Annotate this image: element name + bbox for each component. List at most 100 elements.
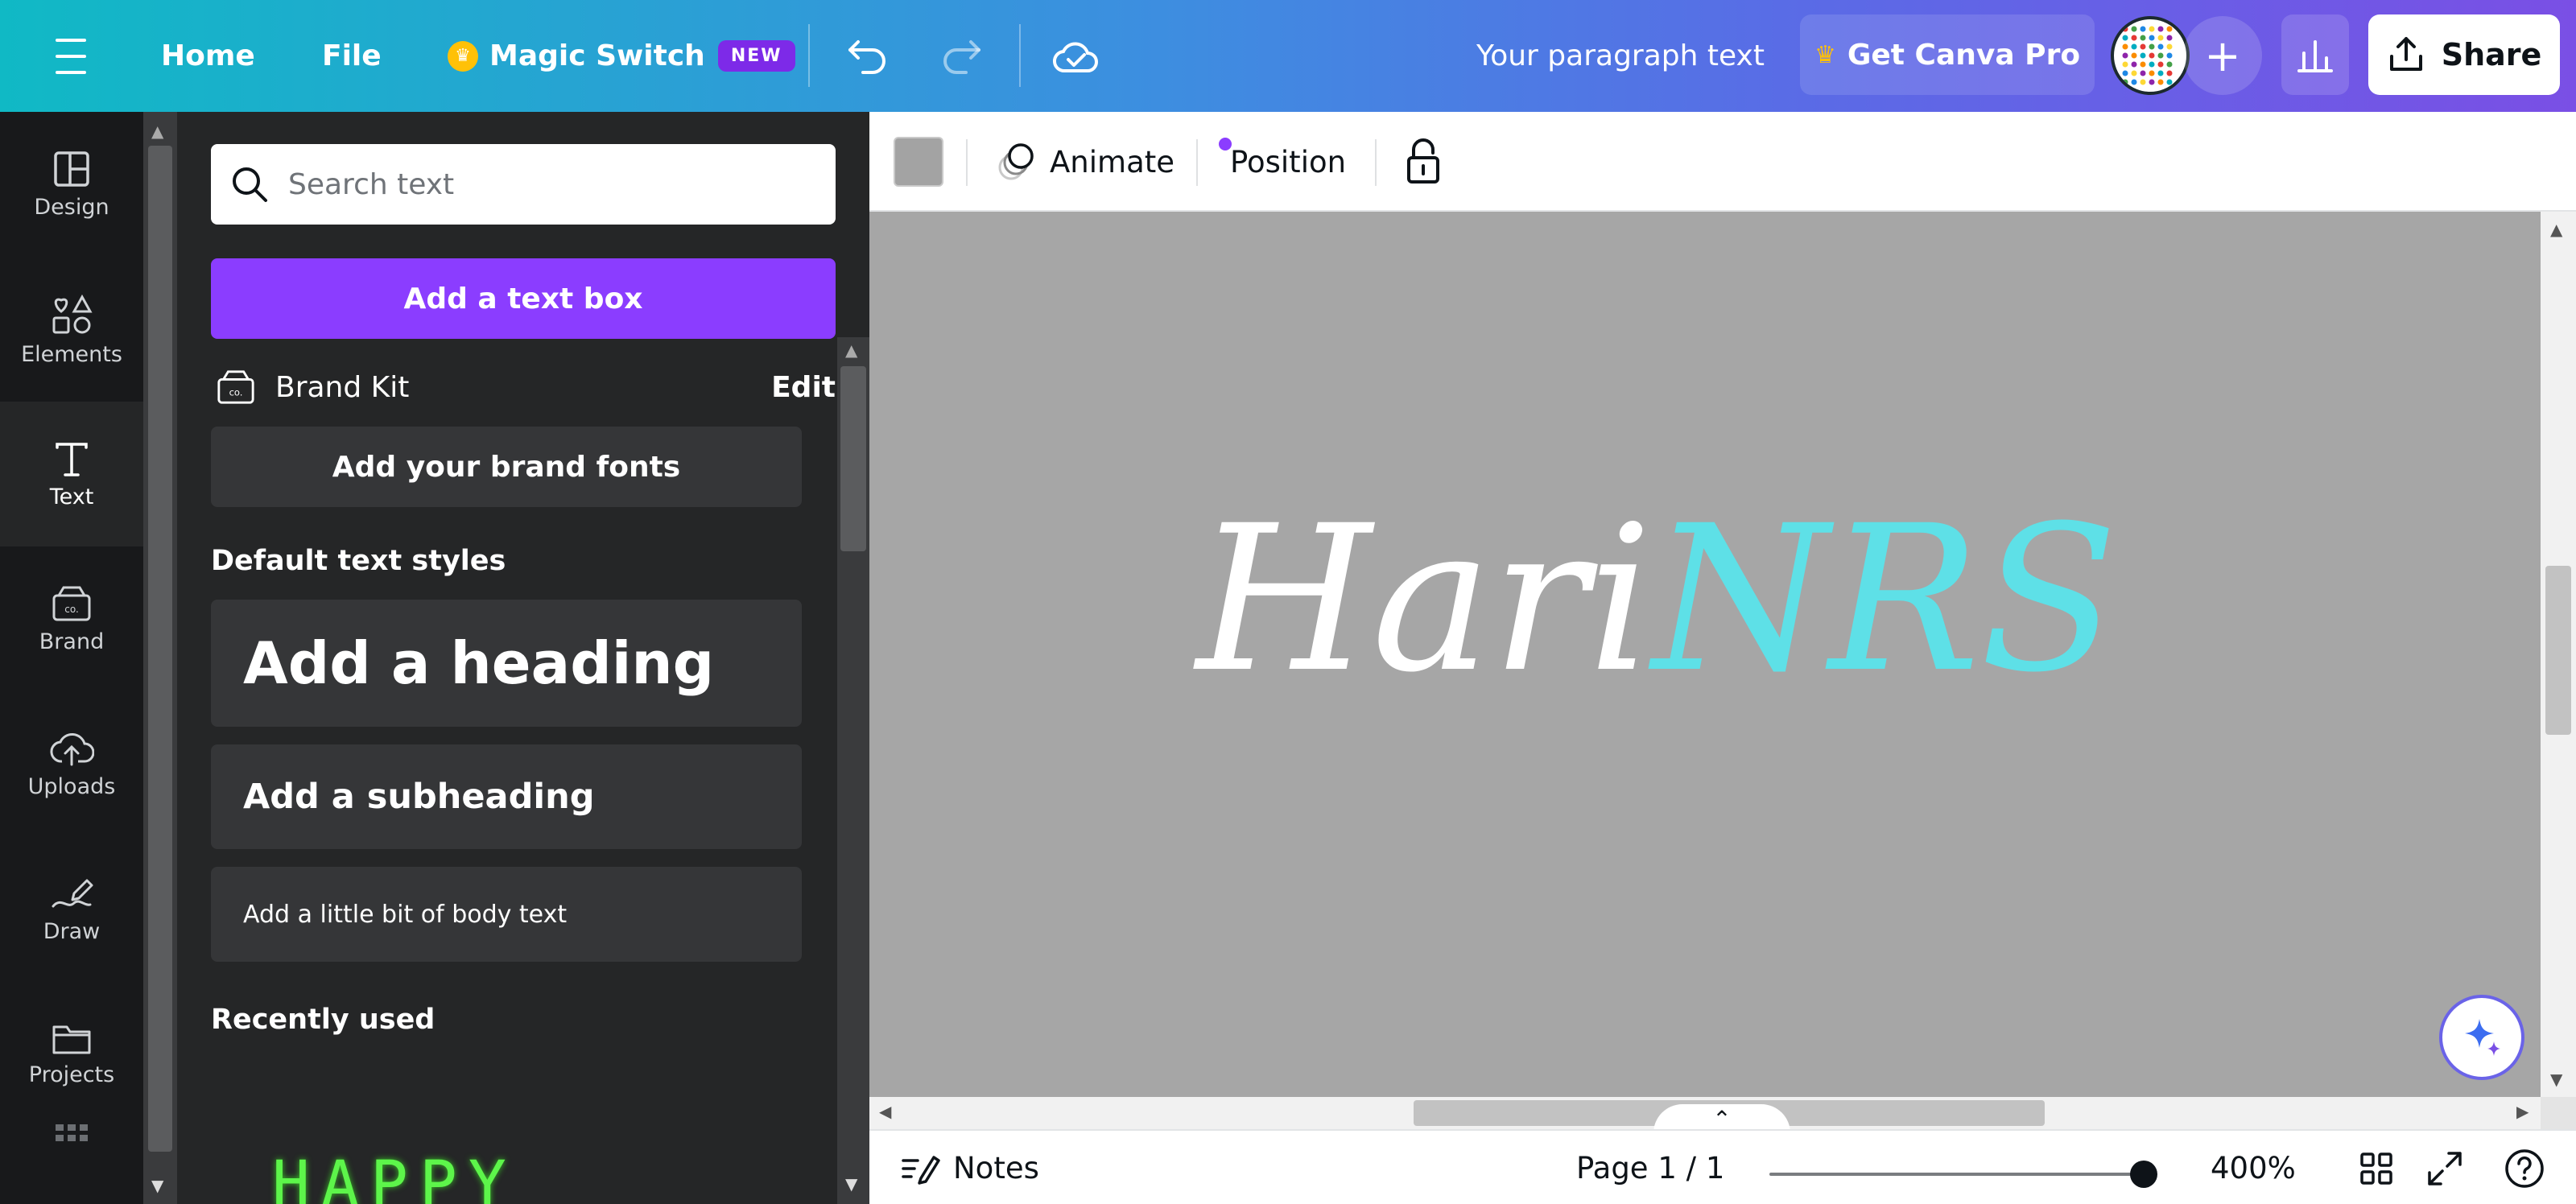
page-indicator[interactable]: Page 1 / 1: [1576, 1131, 1724, 1204]
magic-switch-button[interactable]: ♛ Magic Switch NEW: [448, 0, 795, 112]
divider: [808, 24, 810, 87]
menu-button[interactable]: [47, 0, 95, 112]
zoom-slider[interactable]: [1769, 1173, 2151, 1176]
rail-item-text[interactable]: Text: [0, 402, 143, 546]
divider: [1019, 24, 1021, 87]
animate-button[interactable]: Animate: [995, 112, 1232, 212]
rail-item-label: Design: [34, 194, 109, 220]
add-subheading-button[interactable]: Add a subheading: [211, 744, 802, 849]
divider: [966, 139, 968, 186]
zoom-level[interactable]: 400%: [2211, 1131, 2296, 1204]
canvas-vertical-scrollbar[interactable]: ▲ ▼: [2541, 212, 2576, 1097]
get-canva-pro-button[interactable]: ♛ Get Canva Pro: [1800, 14, 2095, 95]
rail-scrollbar[interactable]: ▲ ▼: [143, 112, 177, 1204]
scroll-up-arrow-icon[interactable]: ▲: [2550, 220, 2562, 239]
top-bar: Home File ♛ Magic Switch NEW Your paragr…: [0, 0, 2576, 112]
scroll-down-arrow-icon[interactable]: ▼: [845, 1174, 857, 1194]
add-text-box-button[interactable]: Add a text box: [211, 258, 836, 339]
share-button[interactable]: Share: [2368, 14, 2560, 95]
search-input[interactable]: Search text: [211, 144, 836, 225]
canvas-logo-text[interactable]: HariNRS: [1196, 499, 2118, 700]
help-button[interactable]: [2504, 1131, 2545, 1204]
scrollbar-thumb[interactable]: [148, 146, 172, 1152]
avatar[interactable]: [2111, 16, 2190, 95]
rail-item-draw[interactable]: Draw: [0, 836, 143, 981]
magic-assistant-button[interactable]: [2439, 995, 2524, 1080]
get-pro-label: Get Canva Pro: [1847, 38, 2081, 72]
file-menu[interactable]: File: [322, 0, 382, 112]
notes-label: Notes: [953, 1151, 1039, 1185]
rail-item-label: Projects: [28, 1062, 115, 1087]
position-button[interactable]: Position: [1230, 112, 1346, 212]
footer-bar: Notes Page 1 / 1 400%: [869, 1129, 2576, 1204]
divider: [1375, 139, 1377, 186]
grid-view-button[interactable]: [2359, 1131, 2394, 1204]
rail-item-label: Elements: [21, 341, 122, 367]
rail-item-uploads[interactable]: Uploads: [0, 691, 143, 836]
scrollbar-thumb[interactable]: [840, 366, 866, 551]
rail-item-elements[interactable]: Elements: [0, 257, 143, 402]
scroll-up-arrow-icon[interactable]: ▲: [845, 340, 857, 360]
share-label: Share: [2441, 37, 2542, 72]
add-brand-fonts-button[interactable]: Add your brand fonts: [211, 427, 802, 507]
text-icon: [56, 442, 88, 476]
sparkle-icon: [2465, 1019, 2500, 1056]
share-upload-icon: [2389, 37, 2422, 71]
lock-button[interactable]: [1404, 112, 1443, 212]
brand-kit-icon: co.: [217, 370, 254, 404]
cloud-save-button[interactable]: [1048, 29, 1103, 84]
rail-item-label: Uploads: [27, 773, 116, 799]
rail-item-apps[interactable]: [0, 1110, 143, 1204]
animate-icon: [998, 143, 1034, 180]
notes-button[interactable]: Notes: [900, 1131, 1039, 1204]
scroll-down-arrow-icon[interactable]: ▼: [2550, 1070, 2562, 1089]
home-button[interactable]: Home: [161, 0, 255, 112]
redo-button[interactable]: [934, 29, 989, 84]
rail-item-brand[interactable]: co. Brand: [0, 546, 143, 691]
scroll-up-arrow-icon[interactable]: ▲: [151, 122, 163, 141]
scrollbar-corner: [2541, 1097, 2576, 1129]
zoom-slider-knob[interactable]: [2130, 1161, 2157, 1188]
magic-switch-label: Magic Switch: [489, 39, 705, 72]
avatar-image: [2122, 26, 2173, 85]
scroll-down-arrow-icon[interactable]: ▼: [151, 1176, 163, 1195]
scroll-right-arrow-icon[interactable]: ▶: [2516, 1102, 2529, 1121]
lock-open-icon: [1407, 138, 1439, 183]
add-body-text-button[interactable]: Add a little bit of body text: [211, 867, 802, 962]
panel-scrollbar[interactable]: ▲ ▼: [837, 337, 869, 1204]
rail-item-projects[interactable]: Projects: [0, 981, 143, 1126]
logo-text-part-2: NRS: [1652, 482, 2118, 716]
add-heading-button[interactable]: Add a heading: [211, 600, 802, 727]
scrollbar-thumb[interactable]: [2545, 566, 2571, 735]
add-collaborator-button[interactable]: +: [2183, 16, 2262, 95]
background-color-swatch[interactable]: [894, 137, 943, 187]
help-icon: [2505, 1148, 2544, 1188]
left-rail: Design Elements Text co. Brand Uploads D…: [0, 112, 143, 1204]
elements-icon: [52, 294, 93, 333]
uploads-icon: [50, 732, 94, 765]
redo-icon: [943, 40, 980, 74]
rail-item-design[interactable]: Design: [0, 112, 143, 257]
insights-button[interactable]: [2281, 14, 2349, 95]
recent-font-preview[interactable]: HAPPY: [272, 1148, 518, 1204]
document-title[interactable]: Your paragraph text: [1476, 0, 1765, 112]
notes-icon: [902, 1155, 940, 1185]
grid-view-icon: [2360, 1152, 2392, 1185]
logo-text-part-1: Hari: [1196, 482, 1653, 716]
animate-label: Animate: [1050, 144, 1175, 179]
draw-icon: [52, 879, 93, 907]
brand-kit-edit-link[interactable]: Edit: [771, 371, 836, 404]
undo-button[interactable]: [840, 29, 895, 84]
rail-item-label: Brand: [39, 629, 105, 654]
plus-icon: +: [2204, 30, 2241, 81]
chevron-up-icon: ⌃: [1712, 1105, 1732, 1132]
fullscreen-button[interactable]: [2426, 1131, 2463, 1204]
bar-chart-icon: [2297, 40, 2333, 72]
scroll-left-arrow-icon[interactable]: ◀: [879, 1102, 891, 1121]
new-badge: NEW: [717, 40, 795, 72]
brand-icon: co.: [52, 586, 91, 621]
rail-item-label: Text: [49, 484, 94, 509]
projects-icon: [52, 1025, 91, 1054]
expand-icon: [2428, 1151, 2462, 1185]
undo-icon: [848, 40, 886, 74]
